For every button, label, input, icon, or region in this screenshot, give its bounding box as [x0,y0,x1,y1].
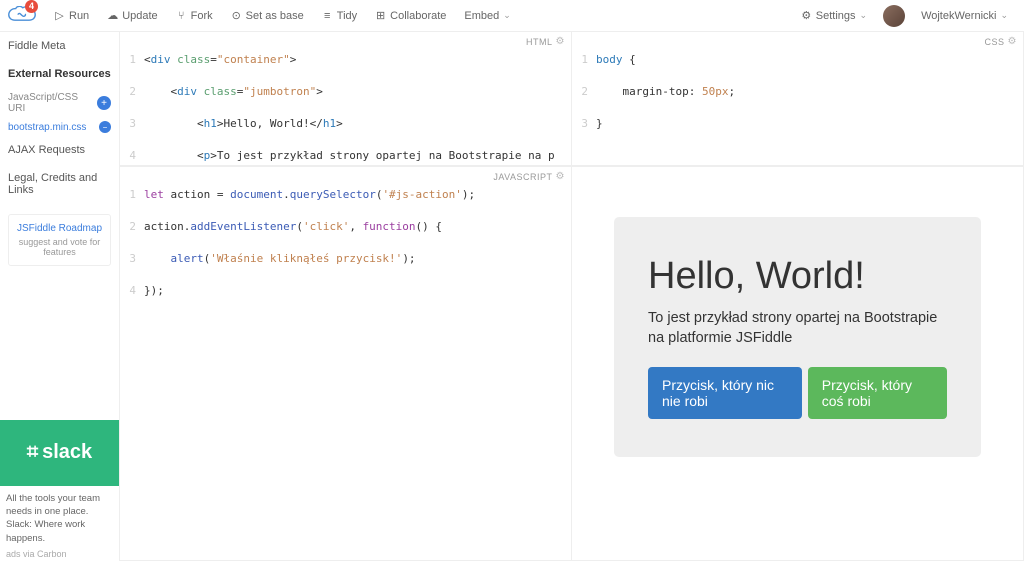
html-editor[interactable]: 1<div class="container"> 2 <div class="j… [120,32,571,165]
gear-icon[interactable]: ⚙ [1008,36,1017,47]
embed-button[interactable]: Embed⌄ [456,7,518,25]
js-editor[interactable]: 1let action = document.querySelector('#j… [120,167,571,560]
sidebar-legal[interactable]: Legal, Credits and Links [0,164,119,204]
logo[interactable]: 4 [8,6,36,26]
chevron-down-icon: ⌄ [503,10,511,21]
roadmap-box[interactable]: JSFiddle Roadmap suggest and vote for fe… [8,214,111,266]
fork-icon: ⑂ [176,10,187,21]
ad-banner[interactable]: ⌗slack [0,420,119,486]
notification-badge[interactable]: 4 [25,0,38,13]
topbar: 4 ▷Run ☁Update ⑂Fork ⊙Set as base ≡Tidy … [0,0,1024,32]
content: Fiddle Meta External Resources JavaScrip… [0,32,1024,561]
run-button[interactable]: ▷Run [46,7,97,25]
sidebar-external-resources[interactable]: External Resources [0,60,119,88]
roadmap-subtext: suggest and vote for features [15,237,104,257]
cloud-icon: ☁ [107,10,118,21]
chevron-down-icon: ⌄ [860,10,868,21]
gear-icon[interactable]: ⚙ [556,36,565,47]
chevron-down-icon: ⌄ [1000,10,1008,21]
resource-item[interactable]: bootstrap.min.css − [0,118,119,136]
play-icon: ▷ [54,10,65,21]
resource-name: bootstrap.min.css [8,122,86,133]
result-paragraph: To jest przykład strony opartej na Boots… [648,308,947,349]
js-pane-label: JAVASCRIPT⚙ [493,171,565,182]
result-heading: Hello, World! [648,255,947,298]
result-body: Hello, World! To jest przykład strony op… [572,167,1023,457]
username-menu[interactable]: WojtekWernicki⌄ [913,7,1016,25]
chat-icon: ⊞ [375,10,386,21]
collaborate-button[interactable]: ⊞Collaborate [367,7,454,25]
gear-icon: ⚙ [801,10,812,21]
roadmap-link[interactable]: JSFiddle Roadmap [17,223,102,234]
remove-resource-button[interactable]: − [99,121,111,133]
ad-text: All the tools your team needs in one pla… [0,490,119,547]
editors-grid: HTML⚙ 1<div class="container"> 2 <div cl… [120,32,1024,561]
html-pane-label: HTML⚙ [526,36,565,47]
avatar[interactable] [883,5,905,27]
sidebar-ajax[interactable]: AJAX Requests [0,136,119,164]
resource-input-row: JavaScript/CSS URI + [0,88,119,118]
topbar-right: ⚙Settings⌄ WojtekWernicki⌄ [793,5,1016,27]
html-pane[interactable]: HTML⚙ 1<div class="container"> 2 <div cl… [120,32,572,166]
result-pane: Hello, World! To jest przykład strony op… [572,166,1024,561]
setbase-button[interactable]: ⊙Set as base [223,7,312,25]
settings-button[interactable]: ⚙Settings⌄ [793,7,875,25]
ad-attribution[interactable]: ads via Carbon [0,547,119,561]
result-button-primary[interactable]: Przycisk, który nic nie robi [648,367,802,419]
js-pane[interactable]: JAVASCRIPT⚙ 1let action = document.query… [120,166,572,561]
tidy-button[interactable]: ≡Tidy [314,7,365,25]
result-buttons: Przycisk, który nic nie robi Przycisk, k… [648,367,947,419]
sidebar-fiddle-meta[interactable]: Fiddle Meta [0,32,119,60]
css-editor[interactable]: 1body { 2 margin-top: 50px; 3} [572,32,1023,165]
jumbotron: Hello, World! To jest przykład strony op… [614,217,981,457]
css-pane[interactable]: CSS⚙ 1body { 2 margin-top: 50px; 3} [572,32,1024,166]
sidebar: Fiddle Meta External Resources JavaScrip… [0,32,120,561]
tidy-icon: ≡ [322,10,333,21]
tag-icon: ⊙ [231,10,242,21]
result-button-success[interactable]: Przycisk, który coś robi [808,367,947,419]
add-resource-button[interactable]: + [97,96,111,110]
toolbar-actions: ▷Run ☁Update ⑂Fork ⊙Set as base ≡Tidy ⊞C… [46,7,519,25]
gear-icon[interactable]: ⚙ [556,171,565,182]
update-button[interactable]: ☁Update [99,7,165,25]
css-pane-label: CSS⚙ [985,36,1017,47]
slack-icon: ⌗ [27,441,38,464]
fork-button[interactable]: ⑂Fork [168,7,221,25]
resource-uri-input[interactable]: JavaScript/CSS URI [8,92,93,114]
